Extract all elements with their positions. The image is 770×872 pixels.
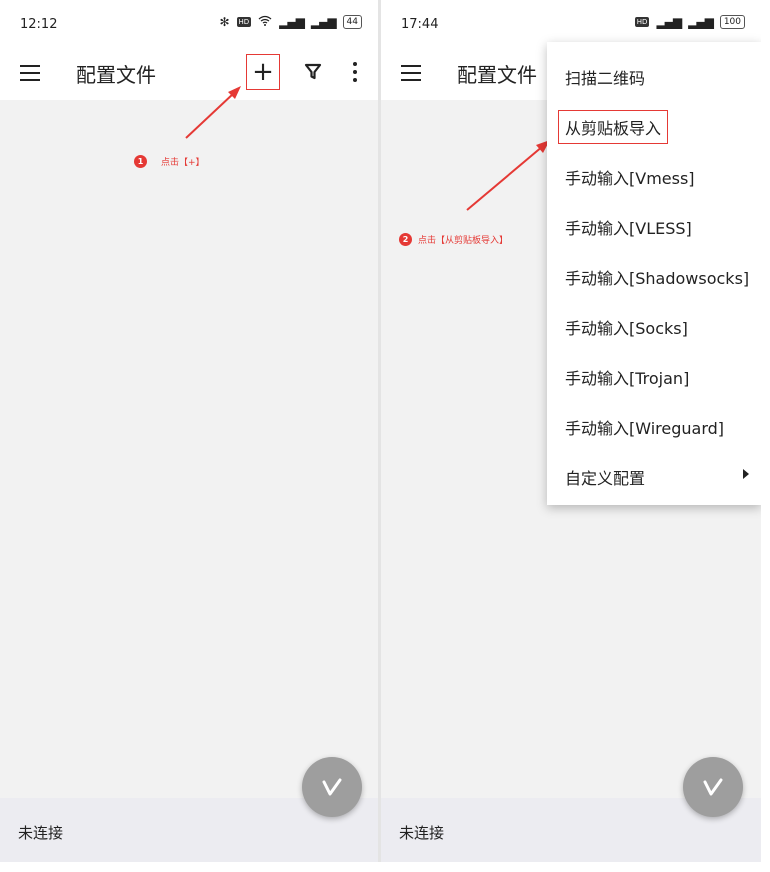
menu-item-scan-qr[interactable]: 扫描二维码 [547,50,761,100]
menu-item-label: 手动输入[Vmess] [565,169,695,188]
caret-right-icon [743,469,749,479]
signal-icon: ▂▄▆ [656,15,682,29]
right-screen: 17:44 HD ▂▄▆ ▂▄▆ 100 配置文件 2 点击【从剪贴板导入】 未… [381,0,761,862]
status-time: 17:44 [401,17,439,32]
status-bar: 12:12 ✻ HD ▂▄▆ ▂▄▆ 44 [0,0,378,48]
hamburger-menu-icon[interactable] [399,60,425,86]
annotation-text: 点击【+】 [161,158,205,168]
annotation-text: 点击【从剪贴板导入】 [418,236,509,246]
toolbar: 配置文件 + [0,48,378,100]
menu-item-vmess[interactable]: 手动输入[Vmess] [547,150,761,200]
connection-status: 未连接 [399,824,445,842]
v-logo-icon [322,778,342,796]
menu-item-label: 手动输入[Trojan] [565,369,690,388]
menu-item-label: 手动输入[Wireguard] [565,419,725,438]
menu-item-wireguard[interactable]: 手动输入[Wireguard] [547,400,761,450]
add-button[interactable]: + [246,54,280,90]
annotation: 1 点击【+】 [134,155,205,168]
menu-item-label: 从剪贴板导入 [558,110,669,144]
connect-fab[interactable] [683,757,743,817]
status-icons: ✻ HD ▂▄▆ ▂▄▆ 44 [219,15,362,29]
v-logo-icon [703,778,723,796]
annotation: 2 点击【从剪贴板导入】 [399,233,508,246]
annotation-number: 2 [399,233,412,246]
menu-item-import-clipboard[interactable]: 从剪贴板导入 [547,100,761,150]
annotation-number: 1 [134,155,147,168]
menu-item-custom-config[interactable]: 自定义配置 [547,450,761,500]
menu-item-label: 扫描二维码 [565,69,646,88]
signal-icon: ▂▄▆ [279,15,305,29]
menu-item-label: 手动输入[Shadowsocks] [565,269,750,288]
menu-item-label: 自定义配置 [565,469,646,488]
hd-icon: HD [634,17,650,27]
menu-item-trojan[interactable]: 手动输入[Trojan] [547,350,761,400]
menu-item-label: 手动输入[VLESS] [565,219,692,238]
menu-item-label: 手动输入[Socks] [565,319,688,338]
connection-status: 未连接 [18,824,64,842]
more-vertical-icon[interactable] [350,60,360,84]
connect-fab[interactable] [302,757,362,817]
battery-icon: 100 [719,15,745,29]
bluetooth-icon: ✻ [219,15,230,29]
filter-icon[interactable] [303,61,323,81]
status-bar: 17:44 HD ▂▄▆ ▂▄▆ 100 [381,0,761,48]
battery-icon: 44 [342,15,362,29]
status-time: 12:12 [20,17,58,32]
wifi-icon [258,15,272,29]
menu-item-socks[interactable]: 手动输入[Socks] [547,300,761,350]
hd-icon: HD [236,17,252,27]
plus-icon: + [252,57,274,87]
add-config-menu: 扫描二维码 从剪贴板导入 手动输入[Vmess] 手动输入[VLESS] 手动输… [547,42,761,505]
status-icons: HD ▂▄▆ ▂▄▆ 100 [634,15,745,29]
signal-icon-2: ▂▄▆ [688,15,714,29]
menu-item-vless[interactable]: 手动输入[VLESS] [547,200,761,250]
hamburger-menu-icon[interactable] [18,60,44,86]
left-screen: 12:12 ✻ HD ▂▄▆ ▂▄▆ 44 配置文件 + 1 点击【+】 未连接 [0,0,378,862]
page-title: 配置文件 [76,63,156,87]
menu-item-shadowsocks[interactable]: 手动输入[Shadowsocks] [547,250,761,300]
page-title: 配置文件 [457,63,537,87]
signal-icon-2: ▂▄▆ [310,15,337,29]
